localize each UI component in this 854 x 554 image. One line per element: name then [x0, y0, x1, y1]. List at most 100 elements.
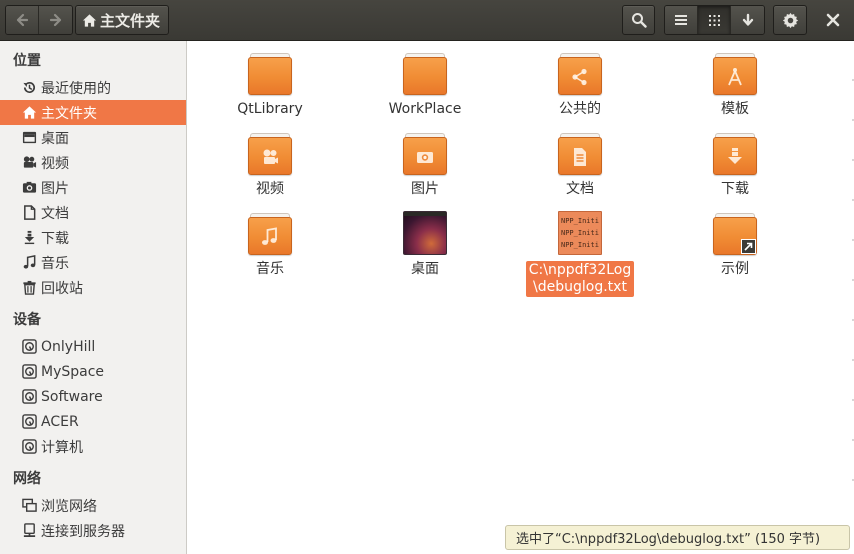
recent-icon — [23, 82, 36, 94]
file-label: 公共的 — [559, 101, 601, 117]
folder-icon — [403, 131, 447, 175]
status-overlay: 选中了“C:\nppdf32Log\debuglog.txt” (150 字节) — [505, 525, 850, 550]
download-icon — [24, 230, 35, 245]
folder-icon — [713, 131, 757, 175]
sidebar-item-label: 图片 — [41, 180, 69, 197]
sidebar-item-pictures[interactable]: 图片 — [0, 175, 186, 200]
view-mode-buttons — [664, 5, 765, 35]
file-item-debuglog[interactable]: NPP_Initia NPP_Initia NPP_Initia C:\nppd… — [515, 211, 645, 297]
sidebar-item-desktop[interactable]: 桌面 — [0, 125, 186, 150]
file-icon-view: QtLibrary WorkPlace 公共的 模板 视频 图片 文档 下载 音… — [188, 41, 854, 554]
file-item-workplace[interactable]: WorkPlace — [360, 51, 490, 118]
file-item-downloads[interactable]: 下载 — [670, 131, 800, 198]
sidebar-item-label: MySpace — [41, 363, 105, 380]
file-label: 图片 — [411, 181, 439, 197]
sidebar-item-label: Software — [41, 388, 103, 405]
header-bar: 主文件夹 — [0, 0, 854, 41]
camera-icon — [22, 181, 37, 193]
history-buttons — [5, 5, 73, 35]
sidebar-item-label: 桌面 — [41, 130, 69, 147]
sidebar-item-label: 浏览网络 — [41, 498, 97, 515]
sidebar-item-trash[interactable]: 回收站 — [0, 275, 186, 300]
file-item-qtlibrary[interactable]: QtLibrary — [205, 51, 335, 118]
file-item-pictures[interactable]: 图片 — [360, 131, 490, 198]
camera-reel-icon — [263, 149, 278, 164]
file-item-public[interactable]: 公共的 — [515, 51, 645, 118]
download-icon — [728, 148, 742, 164]
file-label: WorkPlace — [388, 101, 462, 117]
sidebar-item-label: 文档 — [41, 205, 69, 222]
home-icon — [82, 13, 97, 27]
sidebar-item-label: 连接到服务器 — [41, 523, 125, 540]
link-arrow-icon — [741, 239, 756, 254]
settings-button[interactable] — [773, 5, 807, 35]
list-view-button[interactable] — [665, 6, 698, 34]
folder-icon — [403, 51, 447, 95]
back-button[interactable] — [6, 6, 39, 34]
file-label: 模板 — [721, 101, 749, 117]
folder-icon — [248, 211, 292, 255]
path-bar-label: 主文件夹 — [100, 11, 161, 30]
computer-icon — [22, 439, 37, 454]
grid-view-button[interactable] — [698, 6, 731, 34]
back-arrow-icon — [16, 13, 29, 27]
music-icon — [23, 255, 36, 269]
file-item-desktop[interactable]: 桌面 — [360, 211, 490, 278]
drive-icon — [22, 339, 37, 354]
file-item-music[interactable]: 音乐 — [205, 211, 335, 278]
forward-button[interactable] — [39, 6, 72, 34]
folder-icon — [248, 51, 292, 95]
file-item-videos[interactable]: 视频 — [205, 131, 335, 198]
server-icon — [23, 523, 36, 537]
search-button[interactable] — [622, 5, 655, 35]
search-icon — [631, 13, 647, 28]
sidebar-item-music[interactable]: 音乐 — [0, 250, 186, 275]
music-icon — [262, 227, 277, 245]
sidebar-item-label: 音乐 — [41, 255, 69, 272]
file-label: 下载 — [721, 181, 749, 197]
sidebar-item-label: 下载 — [41, 230, 69, 247]
grid-view-icon — [708, 14, 720, 26]
drive-icon — [22, 364, 37, 379]
file-label: QtLibrary — [237, 101, 303, 117]
sidebar-item-downloads[interactable]: 下载 — [0, 225, 186, 250]
sidebar-item-label: 回收站 — [41, 280, 83, 297]
sidebar-item-home[interactable]: 主文件夹 — [0, 100, 186, 125]
text-file-thumbnail: NPP_Initia NPP_Initia NPP_Initia — [558, 211, 602, 255]
folder-icon — [248, 131, 292, 175]
file-item-examples[interactable]: 示例 — [670, 211, 800, 278]
sidebar: 位置 最近使用的 主文件夹 桌面 视频 图片 文档 下载 音乐 回收站 设备 O… — [0, 41, 187, 554]
sidebar-item-computer[interactable]: 计算机 — [0, 434, 186, 459]
file-item-documents[interactable]: 文档 — [515, 131, 645, 198]
sidebar-item-videos[interactable]: 视频 — [0, 150, 186, 175]
file-label: 音乐 — [256, 261, 284, 277]
sidebar-item-label: OnlyHill — [41, 338, 96, 355]
sidebar-item-software[interactable]: Software — [0, 384, 186, 409]
sidebar-item-browse-network[interactable]: 浏览网络 — [0, 493, 186, 518]
file-item-templates[interactable]: 模板 — [670, 51, 800, 118]
gear-icon — [782, 12, 798, 28]
sidebar-heading-places: 位置 — [13, 53, 41, 69]
sidebar-item-onlyhill[interactable]: OnlyHill — [0, 334, 186, 359]
sidebar-item-documents[interactable]: 文档 — [0, 200, 186, 225]
preview-line: NPP_Initia — [561, 241, 599, 249]
trash-icon — [23, 280, 36, 295]
sidebar-item-connect-server[interactable]: 连接到服务器 — [0, 518, 186, 543]
sidebar-item-acer[interactable]: ACER — [0, 409, 186, 434]
drive-icon — [22, 414, 37, 429]
file-label-line: C:\nppdf32Log — [528, 262, 632, 278]
close-icon[interactable] — [824, 11, 842, 29]
sidebar-heading-devices: 设备 — [13, 312, 41, 328]
sidebar-item-myspace[interactable]: MySpace — [0, 359, 186, 384]
sidebar-item-recent[interactable]: 最近使用的 — [0, 75, 186, 100]
desktop-icon — [22, 131, 37, 144]
document-icon — [24, 205, 36, 220]
sort-options-button[interactable] — [731, 6, 764, 34]
list-view-icon — [675, 15, 687, 25]
path-bar-home-button[interactable]: 主文件夹 — [75, 5, 169, 35]
status-text: 选中了“C:\nppdf32Log\debuglog.txt” (150 字节) — [516, 532, 821, 547]
share-icon — [572, 68, 587, 86]
desktop-thumbnail — [403, 211, 447, 255]
file-label: 视频 — [256, 181, 284, 197]
home-icon — [22, 106, 37, 119]
